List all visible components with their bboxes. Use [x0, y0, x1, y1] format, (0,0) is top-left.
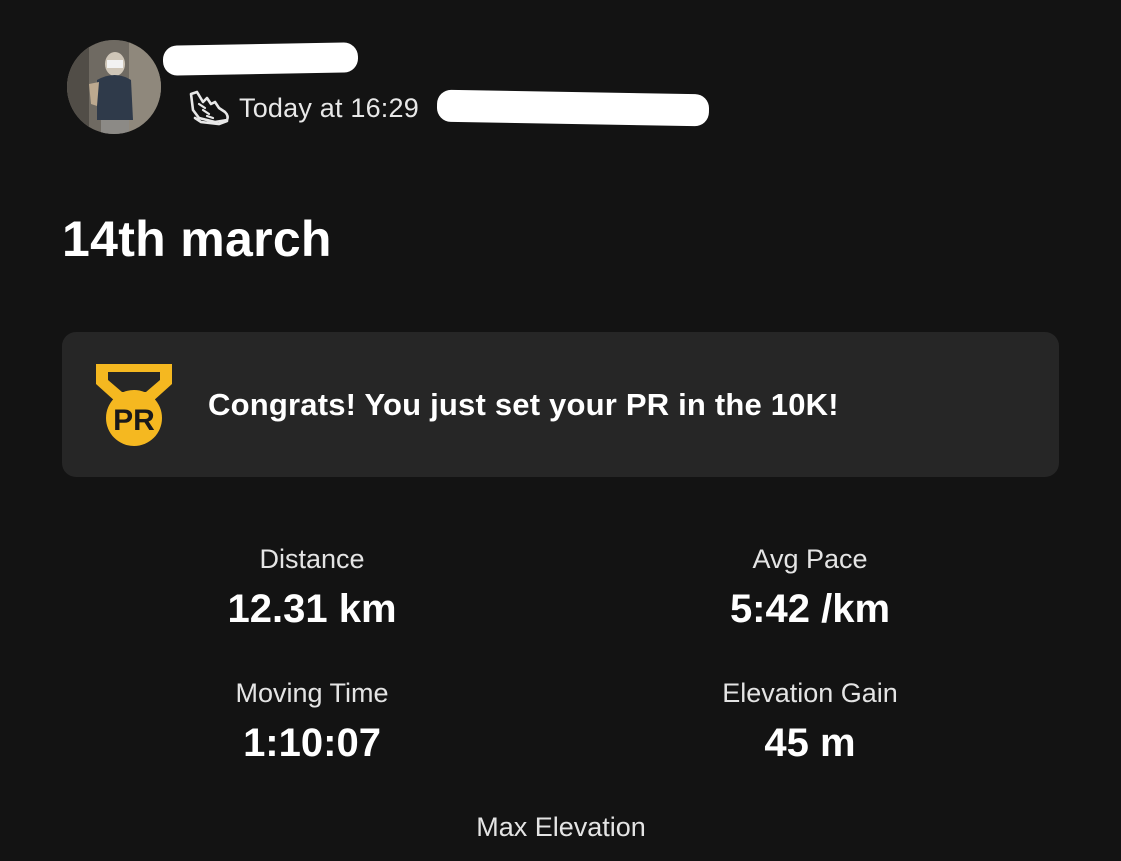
pr-medal-icon: PR [96, 364, 172, 446]
stat-value: 1:10:07 [243, 721, 381, 765]
activity-title[interactable]: 14th march [62, 210, 332, 268]
pr-message: Congrats! You just set your PR in the 10… [208, 387, 839, 422]
stat-label: Max Elevation [476, 812, 646, 842]
stat-label: Moving Time [235, 678, 389, 708]
pr-banner[interactable]: PR Congrats! You just set your PR in the… [62, 332, 1059, 477]
stat-label: Avg Pace [752, 544, 868, 574]
username-redaction [162, 42, 359, 76]
avatar-photo [67, 40, 161, 134]
activity-meta: Today at 16:29 [185, 88, 419, 128]
stat-distance: Distance 12.31 km [112, 542, 512, 634]
stat-value: 5:42 /km [729, 587, 891, 631]
stat-max-elevation: Max Elevation [361, 810, 761, 844]
stat-avg-pace: Avg Pace 5:42 /km [610, 542, 1010, 634]
running-shoe-icon [189, 90, 229, 126]
stat-value: 45 m [764, 721, 856, 765]
activity-timestamp: Today at 16:29 [239, 92, 419, 123]
location-redaction [436, 89, 710, 127]
stat-moving-time: Moving Time 1:10:07 [112, 676, 512, 768]
stat-label: Distance [259, 544, 365, 574]
stat-value: 12.31 km [227, 587, 397, 631]
svg-text:PR: PR [113, 404, 155, 437]
avatar[interactable] [67, 40, 161, 134]
stat-elevation-gain: Elevation Gain 45 m [610, 676, 1010, 768]
stat-label: Elevation Gain [722, 678, 898, 708]
activity-page: Today at 16:29 14th march PR Congrats! Y… [0, 0, 1121, 861]
